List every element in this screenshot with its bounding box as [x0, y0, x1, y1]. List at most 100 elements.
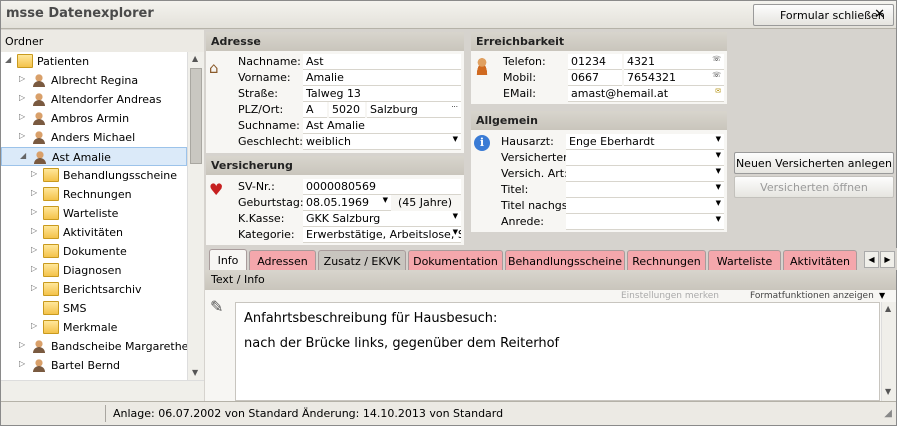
tree-item-folder[interactable]: ▷ Rechnungen: [1, 185, 187, 204]
expand-icon[interactable]: ▷: [19, 131, 27, 143]
tree-vertical-scrollbar[interactable]: ▲ ▼: [187, 52, 204, 380]
tree-item-folder[interactable]: SMS: [1, 299, 187, 318]
mail-icon[interactable]: ✉: [715, 87, 721, 95]
strasse-field[interactable]: Talweg 13: [303, 86, 461, 102]
versich-art-select[interactable]: ▼: [566, 166, 724, 182]
expand-icon[interactable]: [31, 302, 39, 314]
tree-item-folder[interactable]: ▷ Merkmale: [1, 318, 187, 337]
tree-root-patienten[interactable]: ◢ Patienten: [1, 52, 187, 71]
tree-item-patient[interactable]: ◢ Ast Amalie: [1, 147, 187, 166]
scroll-up-icon[interactable]: ▲: [192, 54, 198, 63]
close-form-button[interactable]: Formular schließen ✕: [753, 4, 894, 26]
settings-remember-link[interactable]: Einstellungen merken: [621, 291, 719, 301]
expand-icon[interactable]: ▷: [31, 245, 39, 257]
tree-item-folder[interactable]: ▷ Berichtsarchiv: [1, 280, 187, 299]
tree-item-patient[interactable]: ▷ Bartel Bernd: [1, 356, 187, 375]
house-icon: ⌂: [209, 59, 219, 77]
collapse-icon[interactable]: ◢: [5, 55, 13, 67]
land-field[interactable]: A: [303, 102, 327, 118]
scroll-thumb[interactable]: [190, 68, 202, 164]
chevron-down-icon[interactable]: ▼: [453, 212, 458, 220]
info-text-editor[interactable]: Anfahrtsbeschreibung für Hausbesuch: nac…: [235, 302, 880, 401]
tree-item-folder[interactable]: ▷ Diagnosen: [1, 261, 187, 280]
new-insured-button[interactable]: Neuen Versicherten anlegen: [734, 152, 894, 174]
dial-icon[interactable]: ☏: [712, 55, 721, 63]
titel-select[interactable]: ▼: [566, 182, 724, 198]
scroll-down-icon[interactable]: ▼: [885, 387, 891, 396]
telefon-nummer-field[interactable]: 4321 ☏: [624, 54, 724, 70]
kategorie-label: Kategorie:: [238, 228, 295, 241]
kategorie-select[interactable]: Erwerbstätige, Arbeitslose, S ▼: [303, 227, 461, 243]
editor-scrollbar[interactable]: ▲ ▼: [881, 302, 896, 401]
email-field[interactable]: amast@hemail.at ✉: [568, 86, 724, 102]
tree-horizontal-scrollbar[interactable]: [1, 380, 204, 401]
ort-field[interactable]: Salzburg ···: [367, 102, 461, 118]
chevron-down-icon[interactable]: ▼: [716, 151, 721, 159]
chevron-down-icon[interactable]: ▼: [716, 135, 721, 143]
tab-adressen[interactable]: Adressen: [249, 250, 316, 270]
expand-icon[interactable]: ▷: [19, 359, 27, 371]
geschlecht-select[interactable]: weiblich ▼: [303, 134, 461, 150]
more-icon[interactable]: ···: [451, 103, 458, 111]
hausarzt-select[interactable]: Enge Eberhardt ▼: [566, 134, 724, 150]
expand-icon[interactable]: ▷: [31, 283, 39, 295]
mobil-vorwahl-field[interactable]: 0667: [568, 70, 622, 86]
vorname-field[interactable]: Amalie: [303, 70, 461, 86]
tab-scroll-right-icon[interactable]: ▶: [880, 251, 895, 268]
tree-item-folder[interactable]: ▷ Aktivitäten: [1, 223, 187, 242]
tab-scroll-left-icon[interactable]: ◀: [864, 251, 879, 268]
expand-icon[interactable]: ▷: [19, 93, 27, 105]
scroll-up-icon[interactable]: ▲: [885, 304, 891, 313]
expand-icon[interactable]: ▷: [19, 74, 27, 86]
tree-item-patient[interactable]: ▷ Altendorfer Andreas: [1, 90, 187, 109]
tab-info[interactable]: Info: [209, 249, 247, 270]
tab-zusatz-ekvk[interactable]: Zusatz / EKVK: [318, 250, 406, 270]
chevron-down-icon[interactable]: ▼: [453, 135, 458, 143]
expand-icon[interactable]: ▷: [31, 264, 39, 276]
chevron-down-icon[interactable]: ▼: [383, 196, 388, 204]
chevron-down-icon[interactable]: ▼: [716, 183, 721, 191]
chevron-down-icon[interactable]: ▼: [716, 215, 721, 223]
tree-item-patient[interactable]: ▷ Ambros Armin: [1, 109, 187, 128]
expand-icon[interactable]: ▷: [31, 321, 39, 333]
resize-grip-icon[interactable]: ◢: [884, 408, 892, 419]
svnr-field[interactable]: 0000080569: [303, 179, 461, 195]
expand-icon[interactable]: ▷: [31, 226, 39, 238]
collapse-icon[interactable]: ◢: [20, 151, 28, 163]
scroll-down-icon[interactable]: ▼: [192, 368, 198, 377]
tree-item-patient[interactable]: ▷ Albrecht Regina: [1, 71, 187, 90]
chevron-down-icon[interactable]: ▼: [453, 228, 458, 236]
chevron-down-icon[interactable]: ▼: [716, 167, 721, 175]
expand-icon[interactable]: ▷: [19, 112, 27, 124]
tab-warteliste[interactable]: Warteliste: [708, 250, 781, 270]
geburtstag-field[interactable]: 08.05.1969 ▼: [303, 195, 391, 211]
tree-item-patient[interactable]: ▷ Bandscheibe Margarethe: [1, 337, 187, 356]
expand-icon[interactable]: ▷: [31, 207, 39, 219]
format-functions-toggle[interactable]: Formatfunktionen anzeigen: [750, 291, 874, 301]
chevron-down-icon[interactable]: ▼: [879, 291, 885, 300]
dial-icon[interactable]: ☏: [712, 71, 721, 79]
tab-behandlungsscheine[interactable]: Behandlungsscheine: [505, 250, 625, 270]
tab-rechnungen[interactable]: Rechnungen: [627, 250, 706, 270]
telefon-vorwahl-field[interactable]: 01234: [568, 54, 622, 70]
anrede-select[interactable]: ▼: [566, 214, 724, 230]
tree-item-folder[interactable]: ▷ Behandlungsscheine: [1, 166, 187, 185]
plz-field[interactable]: 5020: [329, 102, 365, 118]
expand-icon[interactable]: ▷: [19, 340, 27, 352]
kkasse-select[interactable]: GKK Salzburg ▼: [303, 211, 461, 227]
tree-item-patient[interactable]: ▷ Anders Michael: [1, 128, 187, 147]
tree-item-folder[interactable]: ▷ Warteliste: [1, 204, 187, 223]
mobil-nummer-field[interactable]: 7654321 ☏: [624, 70, 724, 86]
nachname-field[interactable]: Ast: [303, 54, 461, 70]
expand-icon[interactable]: ▷: [31, 169, 39, 181]
folder-icon: [43, 206, 59, 220]
titel-nachgst-select[interactable]: ▼: [566, 198, 724, 214]
tab-dokumentation[interactable]: Dokumentation: [408, 250, 503, 270]
open-insured-button[interactable]: Versicherten öffnen: [734, 176, 894, 198]
chevron-down-icon[interactable]: ▼: [716, 199, 721, 207]
suchname-field[interactable]: Ast Amalie: [303, 118, 461, 134]
tree-item-folder[interactable]: ▷ Dokumente: [1, 242, 187, 261]
versicherter-select[interactable]: ▼: [566, 150, 724, 166]
tab-aktivitaeten[interactable]: Aktivitäten: [783, 250, 857, 270]
expand-icon[interactable]: ▷: [31, 188, 39, 200]
